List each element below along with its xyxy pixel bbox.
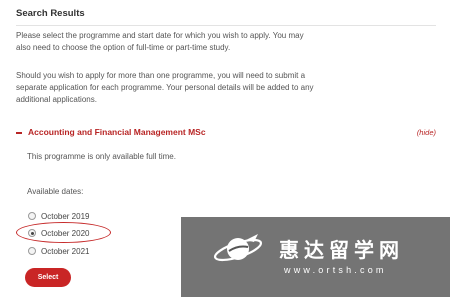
intro-text: Please select the programme and start da… bbox=[16, 31, 304, 52]
date-option-label: October 2019 bbox=[41, 211, 90, 221]
watermark-url: www.ortsh.com bbox=[284, 265, 387, 275]
watermark-name: 惠达留学网 bbox=[279, 238, 404, 262]
availability-note: This programme is only available full ti… bbox=[27, 152, 176, 161]
radio-button[interactable] bbox=[28, 212, 36, 220]
date-option-october-2021[interactable]: October 2021 bbox=[28, 245, 89, 257]
available-dates-label: Available dates: bbox=[27, 187, 84, 196]
date-option-october-2019[interactable]: October 2019 bbox=[28, 210, 89, 222]
title-divider bbox=[16, 25, 436, 26]
programme-header[interactable]: Accounting and Financial Management MSc … bbox=[16, 127, 436, 141]
page-title: Search Results bbox=[16, 8, 85, 19]
select-button[interactable]: Select bbox=[25, 268, 71, 287]
multiple-programmes-note: Should you wish to apply for more than o… bbox=[16, 71, 314, 104]
radio-button[interactable] bbox=[28, 247, 36, 255]
date-option-label: October 2021 bbox=[41, 246, 90, 256]
hide-link[interactable]: (hide) bbox=[417, 128, 436, 137]
planet-logo-icon bbox=[213, 234, 263, 262]
minus-icon bbox=[16, 132, 22, 134]
programme-name: Accounting and Financial Management MSc bbox=[28, 127, 206, 137]
highlight-ellipse bbox=[16, 222, 111, 243]
